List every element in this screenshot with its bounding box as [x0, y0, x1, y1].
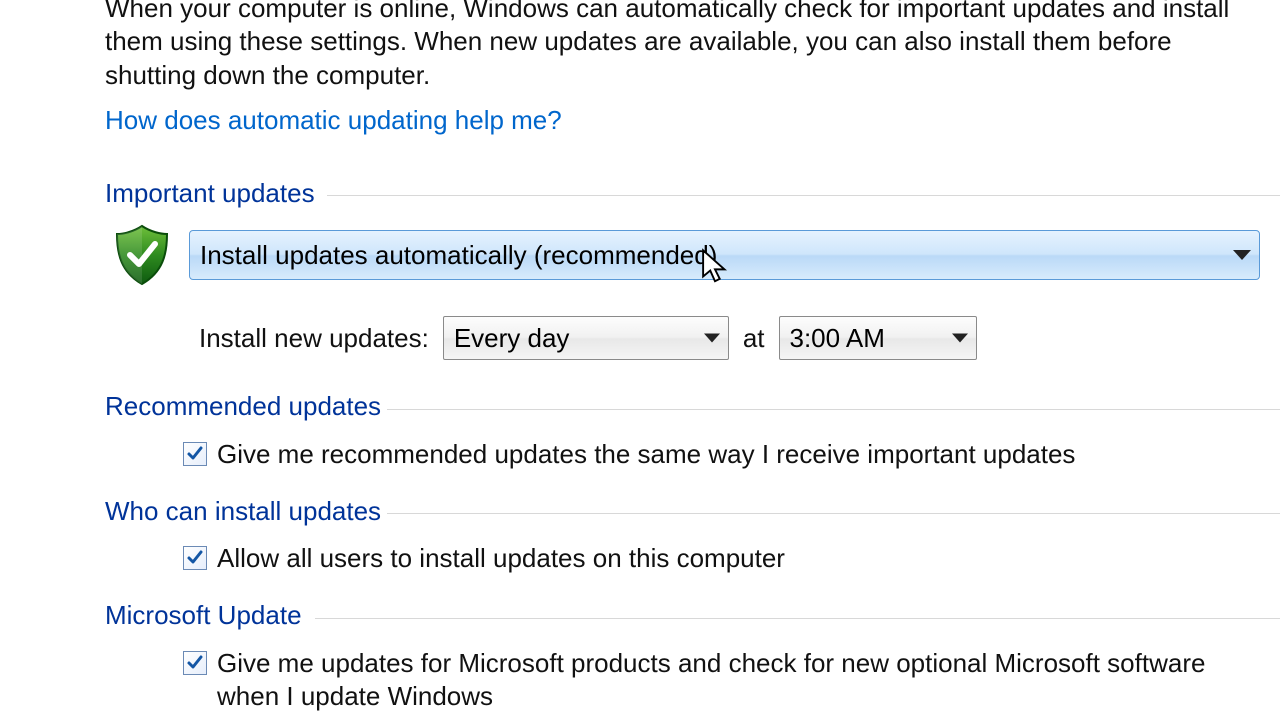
allow-all-users-label: Allow all users to install updates on th… [217, 542, 785, 575]
section-header-who: Who can install updates [105, 495, 1260, 528]
important-updates-row: Install updates automatically (recommend… [105, 224, 1260, 286]
section-header-important: Important updates [105, 177, 1260, 210]
install-new-updates-label: Install new updates: [199, 322, 429, 355]
checkmark-icon [186, 549, 204, 567]
checkmark-icon [186, 445, 204, 463]
schedule-row: Install new updates: Every day at 3:00 A… [199, 316, 1260, 360]
shield-ok-icon [113, 224, 171, 286]
recommended-checkbox[interactable] [183, 442, 207, 466]
windows-update-settings-panel: When your computer is online, Windows ca… [0, 0, 1280, 720]
frequency-value: Every day [454, 322, 570, 355]
intro-text: When your computer is online, Windows ca… [105, 0, 1260, 92]
ms-update-label: Give me updates for Microsoft products a… [217, 647, 1237, 714]
chevron-down-icon [952, 334, 968, 343]
frequency-dropdown[interactable]: Every day [443, 316, 729, 360]
chevron-down-icon [704, 334, 720, 343]
ms-update-checkbox[interactable] [183, 651, 207, 675]
who-checkbox-row: Allow all users to install updates on th… [183, 542, 1260, 575]
help-link[interactable]: How does automatic updating help me? [105, 104, 562, 137]
checkmark-icon [186, 654, 204, 672]
recommended-checkbox-label: Give me recommended updates the same way… [217, 438, 1075, 471]
time-value: 3:00 AM [790, 322, 885, 355]
at-label: at [743, 322, 765, 355]
section-header-recommended: Recommended updates [105, 390, 1260, 423]
update-mode-dropdown[interactable]: Install updates automatically (recommend… [189, 230, 1260, 280]
section-header-microsoft-update: Microsoft Update [105, 599, 1260, 632]
update-mode-value: Install updates automatically (recommend… [200, 239, 717, 272]
ms-update-checkbox-row: Give me updates for Microsoft products a… [183, 647, 1260, 714]
allow-all-users-checkbox[interactable] [183, 546, 207, 570]
chevron-down-icon [1233, 250, 1251, 260]
time-dropdown[interactable]: 3:00 AM [779, 316, 977, 360]
recommended-checkbox-row: Give me recommended updates the same way… [183, 438, 1260, 471]
